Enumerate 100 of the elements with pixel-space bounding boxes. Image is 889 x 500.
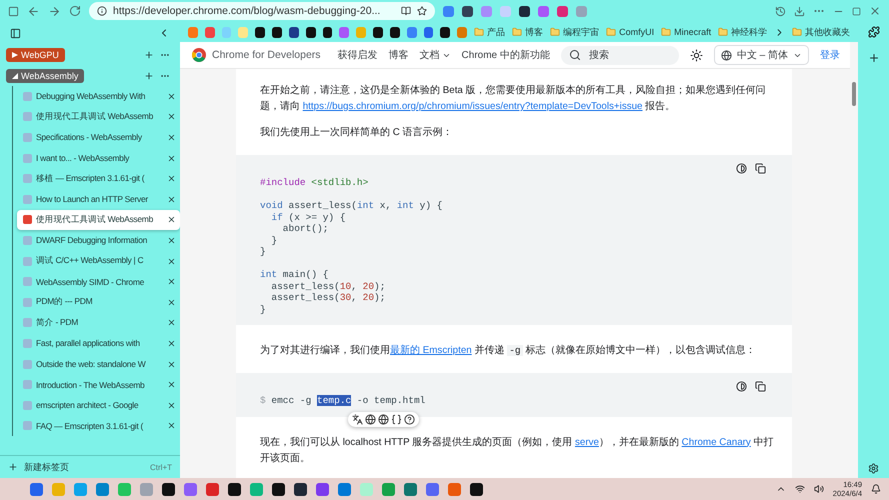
forward-icon[interactable]	[48, 4, 61, 18]
tab-group-label[interactable]: WebGPU	[6, 48, 65, 62]
scrollbar-thumb[interactable]	[852, 82, 856, 106]
theme-toggle-icon[interactable]	[736, 381, 747, 392]
sidebar-tab[interactable]: 使用现代工具调试 WebAssemb	[17, 210, 180, 230]
site-logo[interactable]: Chrome for Developers	[192, 48, 321, 62]
link[interactable]: serve	[574, 436, 599, 448]
nav-link[interactable]: 文档	[420, 48, 451, 62]
bookmark-icon[interactable]	[255, 26, 266, 38]
close-icon[interactable]	[167, 215, 176, 224]
maximize-icon[interactable]	[852, 6, 861, 16]
taskbar-app-icon[interactable]	[272, 482, 285, 496]
volume-icon[interactable]	[814, 484, 824, 494]
close-icon[interactable]	[167, 112, 176, 122]
login-link[interactable]: 登录	[820, 48, 840, 62]
sidebar-tab[interactable]: Debugging WebAssembly With	[17, 86, 180, 107]
bookmark-icon[interactable]	[272, 26, 282, 38]
bookmark-icon[interactable]	[390, 26, 400, 38]
braces-icon[interactable]	[391, 414, 402, 424]
star-icon[interactable]	[417, 6, 427, 16]
close-icon[interactable]	[167, 277, 176, 286]
reader-icon[interactable]	[401, 6, 411, 16]
translate-icon[interactable]	[352, 414, 363, 424]
sidebar-tab[interactable]: 移植 — Emscripten 3.1.61-git (	[17, 168, 180, 189]
nav-link[interactable]: 获得启发	[338, 48, 378, 62]
close-icon[interactable]	[167, 318, 176, 328]
bookmark-icon[interactable]	[306, 26, 316, 38]
bookmark-folder[interactable]: Minecraft	[661, 27, 712, 37]
notification-icon[interactable]	[871, 484, 881, 494]
sidebar-tab[interactable]: 使用现代工具调试 WebAssemb	[17, 106, 180, 128]
bookmark-icon[interactable]	[373, 26, 383, 38]
close-icon[interactable]	[167, 132, 176, 142]
add-icon[interactable]	[144, 70, 154, 80]
nav-link[interactable]: 博客	[388, 48, 409, 62]
sidebar-tab[interactable]: 简介 - PDM	[17, 312, 180, 334]
back-icon[interactable]	[27, 4, 40, 18]
bookmark-folder[interactable]: 神经科学	[718, 26, 768, 38]
search-field[interactable]: 搜索	[560, 46, 679, 64]
tab-group-label[interactable]: WebAssembly	[6, 68, 84, 82]
close-icon[interactable]	[167, 380, 176, 390]
copy-icon[interactable]	[755, 163, 766, 174]
wifi-icon[interactable]	[794, 484, 805, 494]
language-select[interactable]: 中文 – 简体	[714, 45, 809, 65]
sidebar-tab[interactable]: PDM的 --- PDM	[17, 292, 180, 313]
close-icon[interactable]	[167, 256, 176, 266]
nav-link[interactable]: Chrome 中的新功能	[462, 48, 550, 62]
close-icon[interactable]	[167, 92, 176, 101]
sidebar-tab[interactable]: I want to... - WebAssembly	[17, 148, 180, 168]
extension-icon[interactable]	[519, 6, 530, 16]
extension-icon[interactable]	[462, 6, 473, 16]
reload-icon[interactable]	[69, 5, 81, 17]
sidebar-tab[interactable]: Introduction - The WebAssemb	[17, 374, 180, 395]
info-icon[interactable]	[97, 6, 107, 16]
add-icon[interactable]	[144, 50, 154, 60]
close-icon[interactable]	[167, 174, 176, 184]
link[interactable]: 最新的 Emscripten	[390, 345, 472, 356]
bookmark-folder[interactable]: 产品	[474, 26, 506, 38]
settings-icon[interactable]	[868, 463, 879, 474]
history-icon[interactable]	[775, 6, 786, 16]
close-icon[interactable]	[167, 400, 176, 410]
theme-toggle-icon[interactable]	[736, 163, 747, 174]
panel-icon[interactable]	[10, 28, 21, 38]
copy-icon[interactable]	[755, 381, 766, 392]
address-bar[interactable]: https://developer.chrome.com/blog/wasm-debugging-20...	[89, 2, 435, 20]
sidebar-tab[interactable]: 调试 C/C++ WebAssembly | C	[17, 250, 180, 272]
sidebar-tab[interactable]: WebAssembly SIMD - Chrome	[17, 271, 180, 292]
sidebar-tab[interactable]: FAQ — Emscripten 3.1.61-git (	[17, 416, 180, 436]
globe-icon[interactable]	[365, 414, 376, 424]
taskbar-app-icon[interactable]	[294, 482, 307, 496]
link[interactable]: Chrome Canary	[682, 436, 751, 448]
close-icon[interactable]	[167, 338, 176, 348]
bookmark-folder[interactable]: 编程宇宙	[550, 26, 600, 38]
close-icon[interactable]	[167, 360, 176, 369]
sidebar-tab[interactable]: Fast, parallel applications with	[17, 333, 180, 354]
close-icon[interactable]	[167, 298, 176, 307]
taskbar-app-icon[interactable]	[470, 482, 483, 496]
add-icon[interactable]	[868, 52, 880, 64]
help-icon[interactable]	[404, 414, 415, 424]
taskbar-app-icon[interactable]	[228, 482, 241, 496]
close-icon[interactable]	[167, 154, 176, 163]
bookmark-folder[interactable]: ComfyUI	[606, 27, 654, 37]
bookmark-folder[interactable]: 其他收藏夹	[792, 26, 850, 38]
bookmark-folder[interactable]: 博客	[512, 26, 544, 38]
bookmark-icon[interactable]	[440, 26, 450, 38]
close-icon[interactable]	[167, 236, 176, 245]
download-icon[interactable]	[794, 6, 805, 16]
bookmark-icon[interactable]	[288, 26, 299, 38]
sidebar-tab[interactable]: Outside the web: standalone W	[17, 354, 180, 374]
taskbar-app-icon[interactable]	[162, 482, 175, 496]
sidebar-tab[interactable]: Specifications - WebAssembly	[17, 127, 180, 148]
close-icon[interactable]	[167, 421, 176, 430]
theme-icon[interactable]	[690, 48, 703, 62]
link[interactable]: https://bugs.chromium.org/p/chromium/issues/entry?template=DevTools+issue	[302, 101, 643, 112]
sidebar-tab[interactable]: DWARF Debugging Information	[17, 230, 180, 251]
sidebar-tab[interactable]: How to Launch an HTTP Server	[17, 188, 180, 210]
globe-icon[interactable]	[378, 414, 389, 424]
close-icon[interactable]	[167, 194, 176, 204]
sidebar-tab[interactable]: emscripten architect - Google	[17, 394, 180, 416]
tab-actions-icon[interactable]	[8, 6, 19, 16]
bookmark-icon[interactable]	[322, 26, 332, 38]
